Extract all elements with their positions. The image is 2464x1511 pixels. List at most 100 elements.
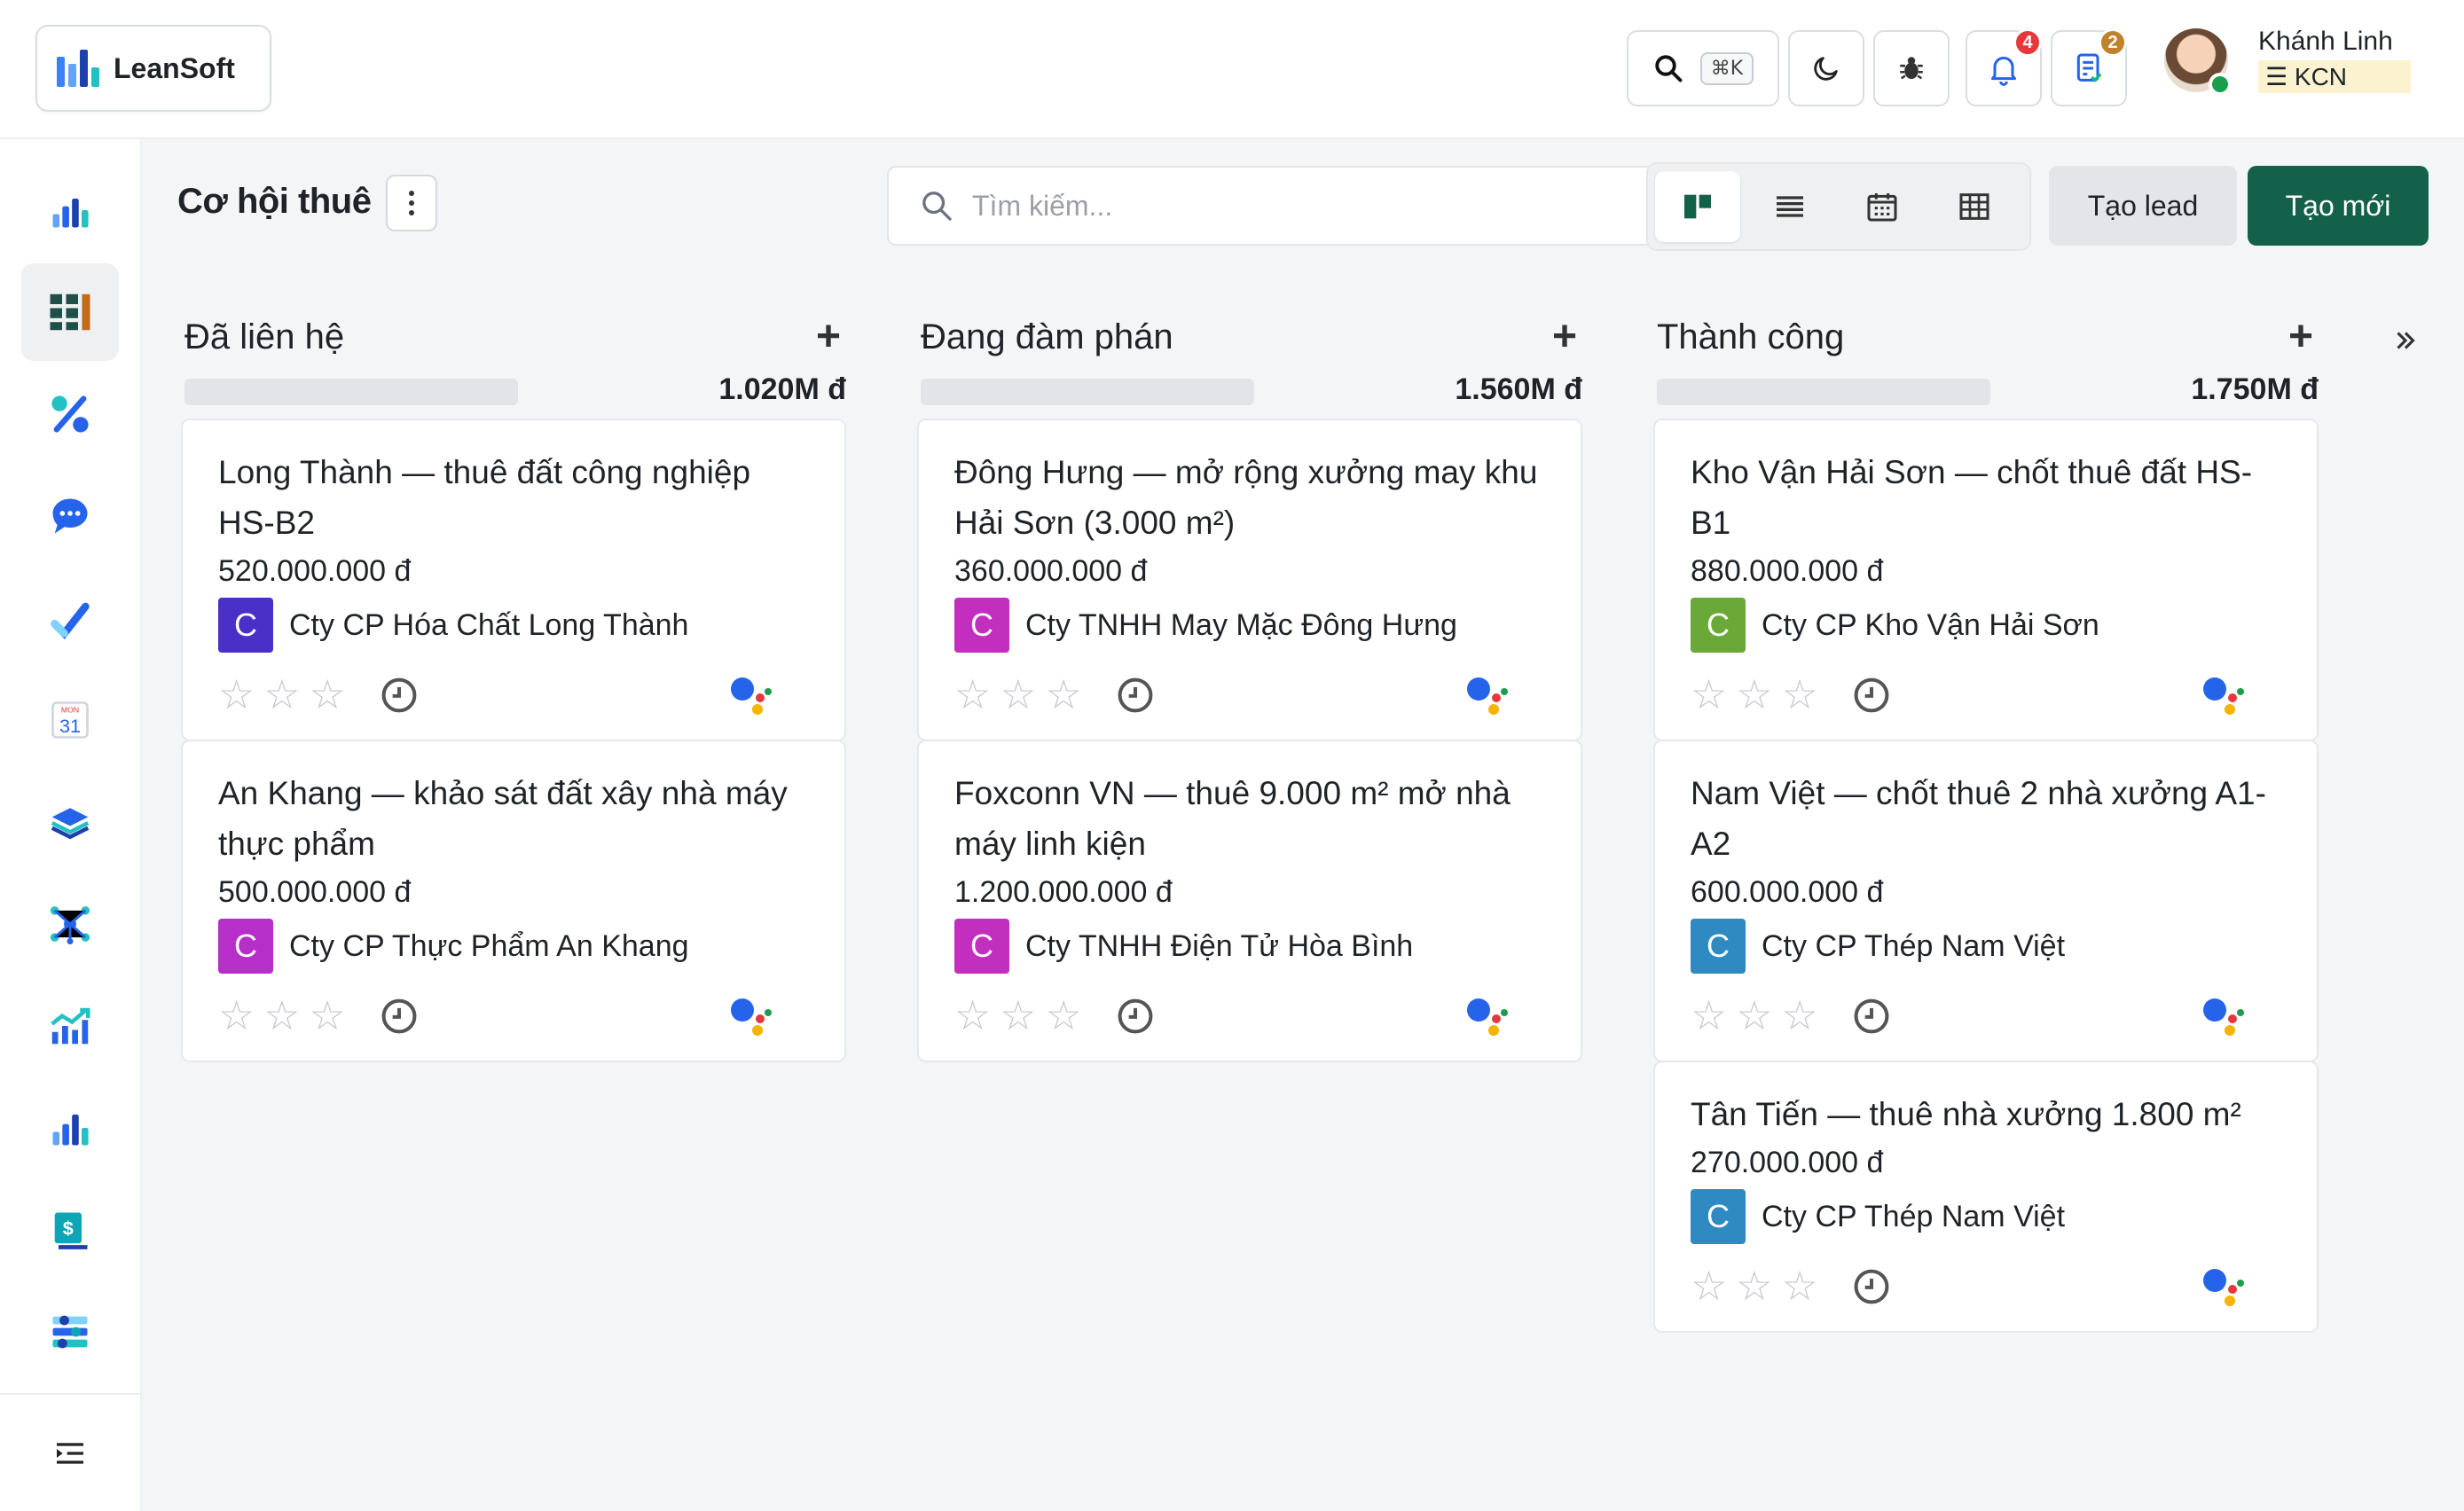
list-view-button[interactable] [1747, 171, 1832, 242]
assistant-icon[interactable] [2203, 1265, 2249, 1308]
sidebar-item-tasks[interactable] [21, 569, 119, 667]
card-footer: ☆ ☆ ☆ [1691, 1244, 2281, 1331]
star-icon[interactable]: ☆ [218, 674, 255, 715]
user-menu[interactable]: Khánh Linh ☰ KCN [2164, 27, 2412, 96]
star-icon[interactable]: ☆ [1691, 995, 1727, 1036]
search-box[interactable] [887, 166, 1769, 246]
sidebar-item-workflow[interactable] [21, 1283, 119, 1381]
star-icon[interactable]: ☆ [263, 995, 300, 1036]
card-title: Nam Việt — chốt thuê 2 nhà xưởng A1-A2 [1691, 775, 2266, 862]
sidebar-item-dashboard[interactable] [21, 161, 119, 259]
sidebar-collapse-button[interactable] [0, 1393, 140, 1511]
search-input[interactable] [972, 189, 1575, 223]
opportunity-card[interactable]: Đông Hưng — mở rộng xưởng may khu Hải Sơ… [917, 419, 1582, 741]
user-org: ☰ KCN [2258, 60, 2412, 93]
star-icon[interactable]: ☆ [1000, 674, 1036, 715]
clock-icon[interactable] [1116, 997, 1155, 1036]
clock-icon[interactable] [1852, 1267, 1891, 1306]
assistant-icon[interactable] [1467, 674, 1513, 716]
opportunity-card[interactable]: Long Thành — thuê đất công nghiệp HS-B2 … [181, 419, 846, 741]
add-card-button[interactable]: + [811, 312, 846, 361]
opportunity-card[interactable]: Tân Tiến — thuê nhà xưởng 1.800 m² 270.0… [1653, 1061, 2319, 1333]
sidebar-item-commission[interactable] [21, 365, 119, 463]
column-title: Thành công [1657, 317, 1845, 356]
sidebar-item-analytics[interactable] [21, 977, 119, 1075]
assistant-icon[interactable] [2203, 995, 2249, 1037]
clock-icon[interactable] [380, 676, 419, 715]
star-icon[interactable]: ☆ [1736, 1265, 1772, 1306]
create-new-button[interactable]: Tạo mới [2248, 166, 2429, 246]
priority-stars[interactable]: ☆ ☆ ☆ [1691, 1265, 1818, 1306]
column-header: Thành công + 1.750M đ [1653, 286, 2319, 406]
priority-stars[interactable]: ☆ ☆ ☆ [1691, 995, 1818, 1036]
card-footer: ☆ ☆ ☆ [1691, 974, 2281, 1061]
notifications-button[interactable]: 4 [1966, 28, 2042, 106]
opportunity-card[interactable]: Kho Vận Hải Sơn — chốt thuê đất HS-B1 88… [1653, 419, 2319, 741]
sidebar-item-billing[interactable]: $ [21, 1181, 119, 1279]
star-icon[interactable]: ☆ [1046, 995, 1082, 1036]
logo-icon [57, 50, 99, 87]
star-icon[interactable]: ☆ [1782, 674, 1818, 715]
priority-stars[interactable]: ☆ ☆ ☆ [954, 995, 1082, 1036]
bar-chart-icon [52, 1114, 89, 1146]
priority-stars[interactable]: ☆ ☆ ☆ [954, 674, 1082, 715]
star-icon[interactable]: ☆ [1000, 995, 1036, 1036]
tasks-button[interactable]: 2 [2051, 28, 2127, 106]
sidebar-item-kanban[interactable] [21, 263, 119, 361]
star-icon[interactable]: ☆ [1782, 995, 1818, 1036]
star-icon[interactable]: ☆ [263, 674, 300, 715]
priority-stars[interactable]: ☆ ☆ ☆ [218, 995, 346, 1036]
clock-icon[interactable] [1852, 997, 1891, 1036]
search-shortcut-button[interactable]: ⌘K [1627, 30, 1779, 106]
expand-columns-button[interactable] [2390, 325, 2421, 364]
company-avatar: C [1691, 919, 1746, 974]
star-icon[interactable]: ☆ [1736, 674, 1772, 715]
opportunity-card[interactable]: An Khang — khảo sát đất xây nhà máy thực… [181, 740, 846, 1062]
sidebar-item-layers[interactable] [21, 773, 119, 871]
assistant-icon[interactable] [1467, 995, 1513, 1037]
top-bar: LeanSoft ⌘K 4 2 Khánh Linh ☰ KCN [0, 0, 2464, 139]
star-icon[interactable]: ☆ [218, 995, 255, 1036]
add-card-button[interactable]: + [2283, 312, 2319, 361]
calendar-view-button[interactable] [1840, 171, 1925, 242]
card-company: C Cty CP Thực Phẩm An Khang [218, 919, 809, 974]
sidebar-item-network[interactable] [21, 875, 119, 973]
assistant-icon[interactable] [731, 995, 777, 1037]
page-options-button[interactable] [386, 175, 437, 231]
priority-stars[interactable]: ☆ ☆ ☆ [218, 674, 346, 715]
card-title: Kho Vận Hải Sơn — chốt thuê đất HS-B1 [1691, 454, 2253, 541]
star-icon[interactable]: ☆ [1736, 995, 1772, 1036]
clock-icon[interactable] [380, 997, 419, 1036]
column-cards: Kho Vận Hải Sơn — chốt thuê đất HS-B1 88… [1653, 419, 2319, 1333]
app-logo[interactable]: LeanSoft [35, 25, 271, 112]
create-lead-button[interactable]: Tạo lead [2049, 166, 2237, 246]
bug-report-button[interactable] [1873, 30, 1950, 106]
opportunity-card[interactable]: Nam Việt — chốt thuê 2 nhà xưởng A1-A2 6… [1653, 740, 2319, 1062]
star-icon[interactable]: ☆ [954, 674, 991, 715]
clock-icon[interactable] [1852, 676, 1891, 715]
sidebar-item-calendar[interactable]: MON 31 [21, 671, 119, 769]
trend-icon [51, 1007, 90, 1045]
star-icon[interactable]: ☆ [1782, 1265, 1818, 1306]
stack-icon [51, 808, 90, 840]
clock-icon[interactable] [1116, 676, 1155, 715]
star-icon[interactable]: ☆ [1046, 674, 1082, 715]
assistant-icon[interactable] [2203, 674, 2249, 716]
sidebar-item-reports[interactable] [21, 1079, 119, 1177]
sidebar-item-messages[interactable] [21, 467, 119, 565]
company-avatar: C [954, 919, 1009, 974]
kanban-view-button[interactable] [1655, 171, 1740, 242]
star-icon[interactable]: ☆ [1691, 1265, 1727, 1306]
priority-stars[interactable]: ☆ ☆ ☆ [1691, 674, 1818, 715]
star-icon[interactable]: ☆ [310, 995, 346, 1036]
star-icon[interactable]: ☆ [310, 674, 346, 715]
add-card-button[interactable]: + [1547, 312, 1582, 361]
star-icon[interactable]: ☆ [1691, 674, 1727, 715]
opportunity-card[interactable]: Foxconn VN — thuê 9.000 m² mở nhà máy li… [917, 740, 1582, 1062]
assistant-icon[interactable] [731, 674, 777, 716]
invoice-icon: $ [54, 1212, 88, 1249]
column-cards: Đông Hưng — mở rộng xưởng may khu Hải Sơ… [917, 419, 1582, 1062]
theme-toggle-button[interactable] [1788, 30, 1864, 106]
star-icon[interactable]: ☆ [954, 995, 991, 1036]
pivot-view-button[interactable] [1932, 171, 2017, 242]
